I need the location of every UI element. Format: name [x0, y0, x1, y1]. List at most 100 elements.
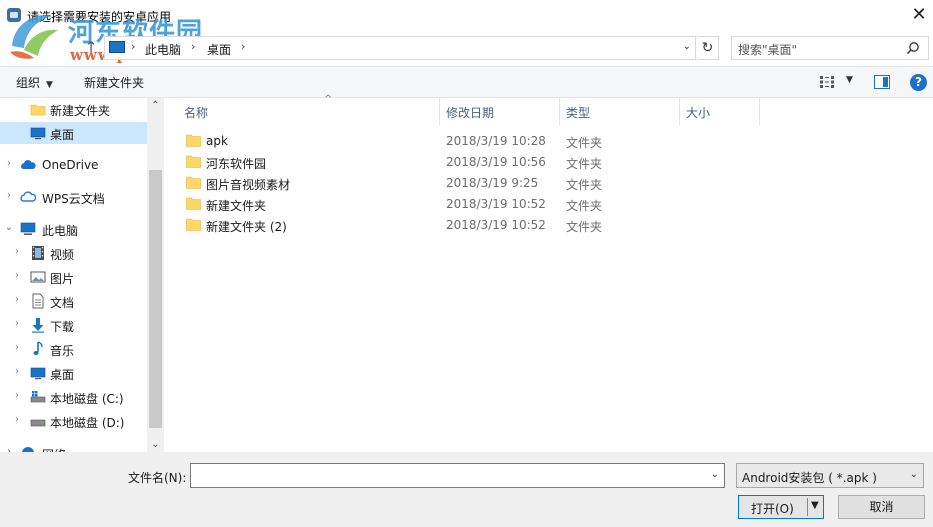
new-folder-button[interactable]: 新建文件夹 — [84, 74, 144, 91]
desktop-icon — [30, 127, 46, 140]
file-name: apk — [206, 134, 228, 148]
expand-chevron-icon[interactable]: › — [12, 270, 22, 281]
breadcrumb-desktop[interactable]: 桌面 — [207, 41, 231, 58]
expand-chevron-icon[interactable]: › — [4, 158, 14, 169]
folder-icon — [186, 218, 201, 231]
nav-item-downloads[interactable]: › 下载 — [0, 314, 147, 336]
nav-item-label: 新建文件夹 — [50, 104, 111, 118]
breadcrumb-this-pc[interactable]: 此电脑 — [145, 41, 181, 58]
expand-chevron-icon[interactable]: › — [12, 318, 22, 329]
column-header-name[interactable]: ^ 名称 — [184, 94, 440, 126]
organize-button[interactable]: 组织 ▼ — [16, 74, 53, 91]
expand-chevron-icon[interactable]: › — [12, 342, 22, 353]
column-header-date[interactable]: 修改日期 — [446, 98, 560, 126]
file-type: 文件夹 — [566, 157, 603, 171]
file-name: 新建文件夹 — [206, 199, 267, 213]
documents-icon — [32, 293, 44, 309]
up-button[interactable]: ↑ — [82, 38, 100, 56]
chevron-down-icon: ⌄ — [909, 469, 918, 480]
nav-item-label: 文档 — [50, 296, 75, 310]
file-list: ^ 名称 修改日期 类型 大小 apk 2018/3/19 10:28 文件夹 … — [164, 94, 933, 452]
view-options-icon[interactable] — [820, 76, 838, 88]
search-input[interactable]: 搜索"桌面" — [731, 36, 929, 60]
this-pc-icon — [109, 41, 125, 53]
file-type: 文件夹 — [566, 136, 603, 150]
nav-item-onedrive[interactable]: › OneDrive — [0, 154, 147, 176]
collapse-chevron-icon[interactable]: ⌄ — [4, 222, 14, 233]
nav-item-documents[interactable]: › 文档 — [0, 290, 147, 312]
table-row[interactable]: 新建文件夹 2018/3/19 10:52 文件夹 — [184, 194, 604, 215]
file-type-filter-value: Android安装包 ( *.apk ) — [742, 471, 877, 485]
scroll-down-button[interactable]: ⌄ — [147, 439, 164, 450]
search-placeholder: 搜索"桌面" — [738, 43, 798, 57]
file-type: 文件夹 — [566, 178, 603, 192]
expand-chevron-icon[interactable]: › — [4, 190, 14, 201]
column-header-type[interactable]: 类型 — [566, 98, 680, 126]
downloads-icon — [32, 318, 44, 333]
table-row[interactable]: apk 2018/3/19 10:28 文件夹 — [184, 131, 604, 152]
file-type-filter-select[interactable]: Android安装包 ( *.apk ) ⌄ — [736, 463, 924, 488]
scroll-thumb[interactable] — [149, 170, 162, 428]
table-row[interactable]: 河东软件园 2018/3/19 10:56 文件夹 — [184, 152, 604, 173]
nav-item-label: 桌面 — [50, 368, 75, 382]
folder-icon — [186, 134, 201, 147]
refresh-button[interactable]: ↻ — [697, 36, 719, 60]
expand-chevron-icon[interactable]: › — [12, 366, 22, 377]
open-button[interactable]: 打开(O) ▼ — [738, 495, 824, 519]
address-bar[interactable]: › 此电脑 › 桌面 › ⌄ — [104, 36, 696, 60]
preview-pane-icon[interactable] — [874, 75, 890, 89]
nav-item-label: 本地磁盘 (D:) — [50, 416, 125, 430]
filename-label: 文件名(N): — [128, 471, 187, 485]
nav-item-label: 视频 — [50, 248, 75, 262]
command-toolbar: 组织 ▼ 新建文件夹 ▼ ? — [0, 66, 933, 98]
close-button[interactable]: ✕ — [905, 0, 933, 30]
help-icon[interactable]: ? — [910, 74, 927, 91]
file-name: 河东软件园 — [206, 157, 267, 171]
drive-c-icon — [30, 391, 46, 403]
breadcrumb-separator[interactable]: › — [131, 40, 135, 53]
nav-item-music[interactable]: › 音乐 — [0, 338, 147, 360]
nav-item-network[interactable]: › 网络 — [0, 442, 147, 452]
expand-chevron-icon[interactable]: › — [12, 246, 22, 257]
file-date: 2018/3/19 10:28 — [446, 134, 546, 148]
filename-input[interactable]: ⌄ — [190, 463, 725, 488]
column-header-size[interactable]: 大小 — [686, 98, 760, 126]
breadcrumb-separator[interactable]: › — [241, 40, 245, 53]
nav-item-new-folder[interactable]: 新建文件夹 — [0, 98, 147, 120]
file-date: 2018/3/19 10:56 — [446, 155, 546, 169]
file-date: 2018/3/19 10:52 — [446, 218, 546, 232]
chevron-down-icon: ▼ — [46, 80, 53, 90]
nav-item-pictures[interactable]: › 图片 — [0, 266, 147, 288]
table-row[interactable]: 新建文件夹 (2) 2018/3/19 10:52 文件夹 — [184, 215, 604, 236]
nav-item-label: 音乐 — [50, 344, 75, 358]
chevron-down-icon[interactable]: ⌄ — [711, 469, 719, 480]
expand-chevron-icon[interactable]: › — [12, 390, 22, 401]
nav-scrollbar[interactable]: ⌃ ⌄ — [147, 98, 164, 452]
folder-icon — [186, 176, 201, 189]
view-dropdown-button[interactable]: ▼ — [846, 75, 853, 85]
expand-chevron-icon[interactable]: › — [12, 414, 22, 425]
search-icon[interactable] — [906, 41, 920, 55]
video-icon — [32, 246, 44, 260]
scroll-up-button[interactable]: ⌃ — [147, 100, 164, 111]
folder-icon — [30, 104, 46, 116]
nav-item-desktop-selected[interactable]: 桌面 — [0, 122, 147, 144]
open-options-dropdown[interactable]: ▼ — [811, 500, 819, 511]
nav-item-desktop[interactable]: › 桌面 — [0, 362, 147, 384]
nav-item-drive-d[interactable]: › 本地磁盘 (D:) — [0, 410, 147, 432]
music-icon — [33, 341, 43, 355]
network-icon — [22, 447, 34, 452]
table-row[interactable]: 图片音视频素材 2018/3/19 9:25 文件夹 — [184, 173, 604, 194]
drive-d-icon — [30, 419, 46, 427]
nav-item-wps-cloud[interactable]: › WPS云文档 — [0, 186, 147, 208]
address-history-dropdown[interactable]: ⌄ — [683, 41, 691, 52]
breadcrumb-separator[interactable]: › — [191, 40, 195, 53]
nav-item-drive-c[interactable]: › 本地磁盘 (C:) — [0, 386, 147, 408]
expand-chevron-icon[interactable]: › — [12, 294, 22, 305]
split-divider — [807, 498, 808, 516]
nav-item-this-pc[interactable]: ⌄ 此电脑 — [0, 218, 147, 240]
nav-item-videos[interactable]: › 视频 — [0, 242, 147, 264]
cancel-button[interactable]: 取消 — [838, 495, 925, 519]
file-name: 图片音视频素材 — [206, 178, 291, 192]
file-type: 文件夹 — [566, 220, 603, 234]
